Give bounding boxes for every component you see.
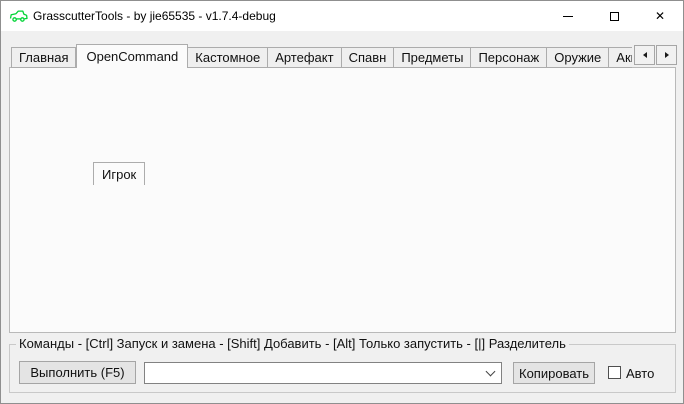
tab-spavn[interactable]: Спавн xyxy=(342,47,395,68)
opencommand-tabpage xyxy=(9,67,676,333)
tab-scroll-right-button[interactable] xyxy=(656,45,677,65)
maximize-button[interactable] xyxy=(591,1,637,31)
maximize-icon xyxy=(610,12,619,21)
tab-oruzhie[interactable]: Оружие xyxy=(547,47,609,68)
command-combobox[interactable] xyxy=(144,362,502,384)
arrow-left-icon xyxy=(643,52,647,58)
commands-group-title: Команды - [Ctrl] Запуск и замена - [Shif… xyxy=(16,336,569,351)
app-window: GrasscutterTools - by jie65535 - v1.7.4-… xyxy=(0,0,684,404)
arrow-right-icon xyxy=(665,52,669,58)
titlebar: GrasscutterTools - by jie65535 - v1.7.4-… xyxy=(1,1,683,31)
auto-checkbox[interactable] xyxy=(608,366,621,379)
tab-strip: Главная OpenCommand Кастомное Артефакт С… xyxy=(11,44,632,68)
auto-checkbox-label: Авто xyxy=(626,366,654,381)
close-icon: ✕ xyxy=(655,10,665,22)
tab-akkaunt[interactable]: Аккаунт xyxy=(609,47,632,68)
command-input[interactable] xyxy=(145,363,487,383)
tab-predmety[interactable]: Предметы xyxy=(394,47,471,68)
window-title: GrasscutterTools - by jie65535 - v1.7.4-… xyxy=(33,9,276,23)
tab-player[interactable]: Игрок xyxy=(93,162,145,185)
tab-kastomnoe[interactable]: Кастомное xyxy=(188,47,268,68)
tab-personazh[interactable]: Персонаж xyxy=(471,47,547,68)
tab-opencommand[interactable]: OpenCommand xyxy=(76,44,188,68)
minimize-button[interactable] xyxy=(545,1,591,31)
chevron-down-icon xyxy=(486,367,496,377)
tab-glavnaya[interactable]: Главная xyxy=(11,47,76,68)
copy-button[interactable]: Копировать xyxy=(513,362,595,384)
tab-scroll-left-button[interactable] xyxy=(634,45,655,65)
minimize-icon xyxy=(563,16,573,17)
close-button[interactable]: ✕ xyxy=(637,1,683,31)
tab-artefakt[interactable]: Артефакт xyxy=(268,47,341,68)
run-button[interactable]: Выполнить (F5) xyxy=(19,361,136,384)
app-icon xyxy=(9,8,29,24)
